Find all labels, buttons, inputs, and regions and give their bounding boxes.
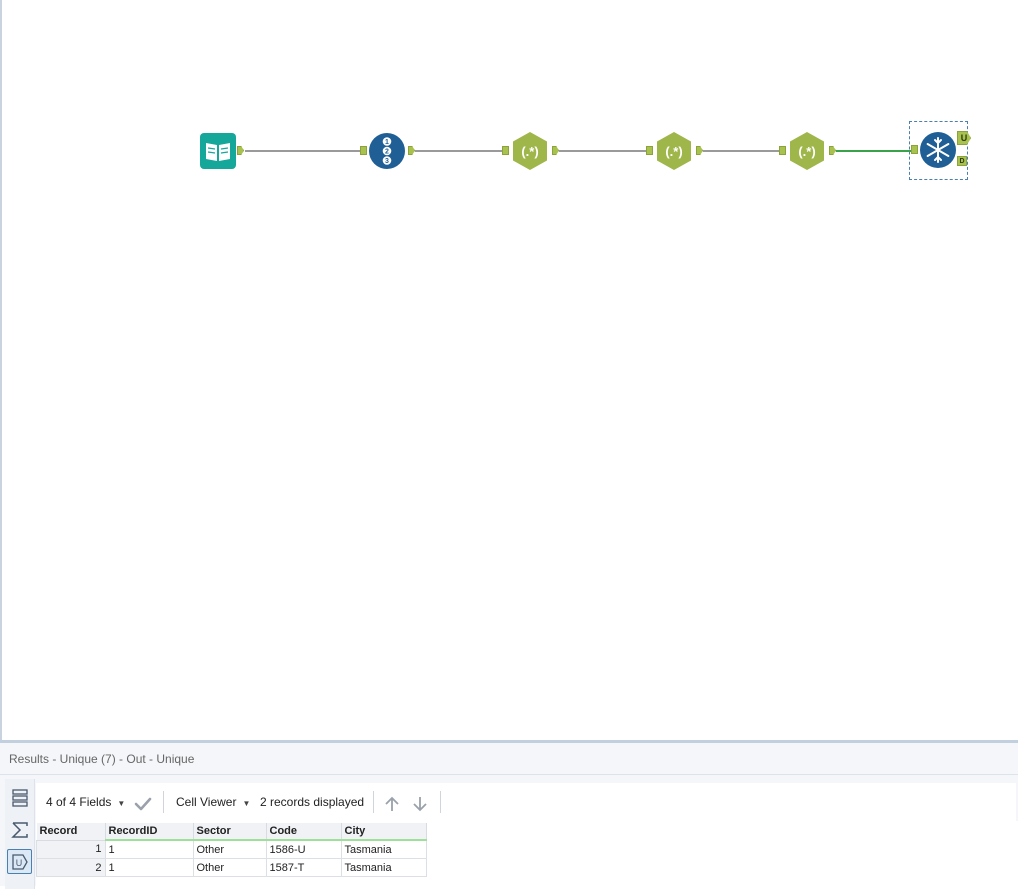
output-anchor[interactable] — [829, 146, 836, 155]
table-cell[interactable]: 1586-U — [265, 839, 342, 859]
regex-icon: (.*) — [513, 132, 547, 170]
connection-line[interactable] — [836, 150, 913, 152]
workflow-canvas[interactable]: 1 2 3 (.*) (.*) (.*) U D — [0, 0, 1018, 740]
unique-tool[interactable]: U D — [911, 131, 971, 169]
record-id-icon: 1 2 3 — [369, 133, 405, 169]
input-anchor[interactable] — [360, 146, 367, 155]
fields-label: 4 of 4 Fields — [46, 795, 112, 809]
fields-dropdown[interactable]: 4 of 4 Fields ▼ — [46, 783, 125, 821]
cell-viewer-dropdown[interactable]: Cell Viewer ▼ — [176, 783, 250, 821]
record-id-tool[interactable]: 1 2 3 — [360, 132, 415, 170]
column-header-recordid[interactable]: RecordID — [105, 823, 194, 841]
input-anchor[interactable] — [911, 145, 918, 154]
regex-tool-1[interactable]: (.*) — [502, 131, 559, 171]
chevron-down-icon: ▼ — [117, 799, 126, 808]
column-header-record[interactable]: Record — [36, 823, 106, 841]
output-anchor[interactable] — [552, 146, 559, 155]
record-number-cell[interactable]: 2 — [36, 858, 106, 877]
connection-line[interactable] — [245, 150, 360, 152]
regex-tool-3[interactable]: (.*) — [779, 131, 836, 171]
column-header-code[interactable]: Code — [266, 823, 342, 841]
apply-fields-button[interactable] — [134, 784, 152, 822]
table-rows-icon — [11, 788, 28, 807]
results-panel: Results - Unique (7) - Out - Unique U 4 … — [0, 740, 1018, 889]
scroll-up-button[interactable] — [383, 784, 401, 822]
arrow-up-icon — [385, 796, 399, 811]
cell-viewer-label: Cell Viewer — [176, 795, 237, 809]
results-title: Results - Unique (7) - Out - Unique — [0, 743, 1018, 775]
toolbar-divider — [163, 791, 164, 813]
results-toolbar: 4 of 4 Fields ▼ Cell Viewer ▼ 2 records di… — [36, 783, 1016, 821]
unique-output-anchor[interactable]: U — [957, 131, 971, 145]
regex-tool-2[interactable]: (.*) — [646, 131, 703, 171]
records-count: 2 records displayed — [260, 795, 365, 809]
arrow-down-icon — [413, 796, 427, 812]
input-anchor[interactable] — [646, 146, 653, 155]
book-input-icon — [200, 133, 236, 169]
record-id-glyph: 2 — [385, 149, 389, 156]
regex-label: (.*) — [665, 144, 682, 159]
table-cell[interactable]: Tasmania — [340, 858, 427, 877]
column-header-sector[interactable]: Sector — [193, 823, 267, 841]
toolbar-divider — [440, 791, 441, 813]
table-cell[interactable]: 1 — [104, 858, 194, 877]
unique-snowflake-icon — [920, 132, 956, 168]
input-data-tool[interactable] — [200, 133, 244, 169]
table-cell[interactable]: 1587-T — [265, 858, 342, 877]
table-cell[interactable]: Other — [192, 858, 267, 877]
table-row[interactable]: 2 1 Other 1587-T Tasmania — [36, 858, 427, 877]
output-anchor[interactable] — [408, 146, 415, 155]
output-anchor[interactable] — [237, 146, 244, 155]
data-view-button[interactable] — [7, 785, 32, 810]
sigma-icon — [10, 821, 28, 838]
results-side-rail: U — [5, 779, 35, 889]
metadata-view-button[interactable] — [7, 817, 32, 842]
regex-icon: (.*) — [790, 132, 824, 170]
regex-label: (.*) — [521, 144, 538, 159]
column-header-city[interactable]: City — [341, 823, 427, 841]
results-grid-area: Record RecordID Sector Code City 1 1 Oth… — [36, 821, 1018, 889]
checkmark-icon — [134, 797, 152, 811]
table-cell[interactable]: Tasmania — [340, 839, 427, 859]
unique-output-icon: U — [11, 853, 28, 870]
input-anchor[interactable] — [779, 146, 786, 155]
record-number-cell[interactable]: 1 — [36, 839, 106, 859]
output-anchor[interactable] — [696, 146, 703, 155]
record-id-glyph: 1 — [385, 139, 389, 146]
results-table: Record RecordID Sector Code City 1 1 Oth… — [36, 823, 427, 877]
table-cell[interactable]: 1 — [104, 839, 194, 859]
connection-line[interactable] — [559, 150, 647, 152]
duplicate-output-anchor[interactable]: D — [957, 156, 967, 166]
connection-line[interactable] — [703, 150, 781, 152]
scroll-down-button[interactable] — [411, 784, 429, 822]
toolbar-divider — [373, 791, 374, 813]
unique-output-view-button[interactable]: U — [7, 849, 32, 874]
regex-icon: (.*) — [657, 132, 691, 170]
chevron-down-icon: ▼ — [242, 799, 251, 808]
table-row[interactable]: 1 1 Other 1586-U Tasmania — [36, 839, 427, 859]
input-anchor[interactable] — [502, 146, 509, 155]
record-id-glyph: 3 — [385, 158, 389, 165]
regex-label: (.*) — [798, 144, 815, 159]
table-cell[interactable]: Other — [192, 839, 267, 859]
connection-line[interactable] — [415, 150, 503, 152]
svg-text:U: U — [15, 858, 22, 868]
